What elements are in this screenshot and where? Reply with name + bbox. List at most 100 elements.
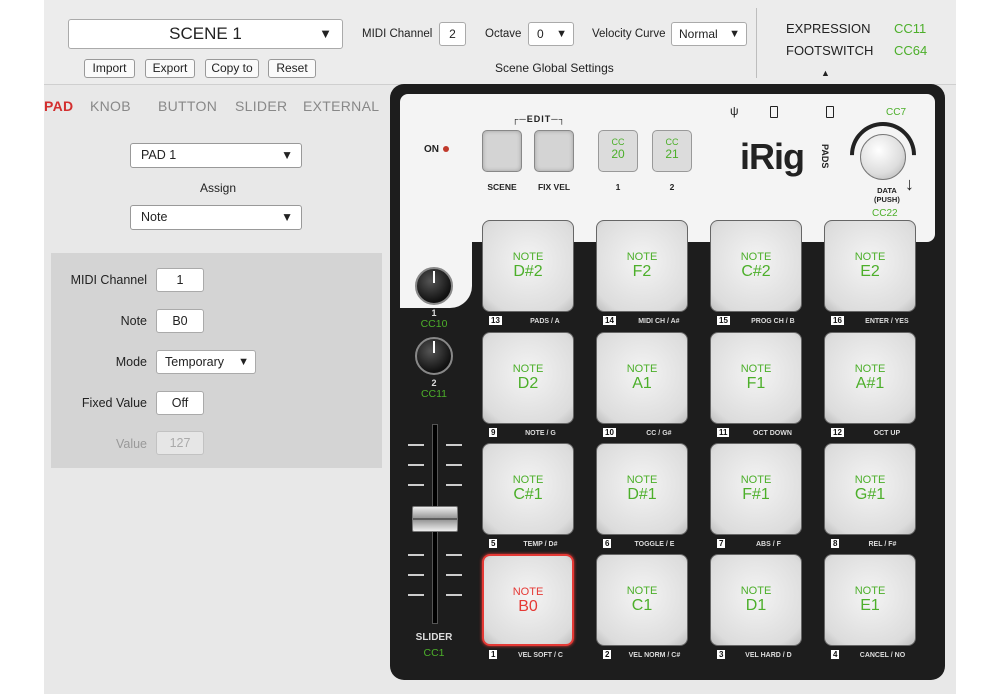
assign-select-value: Note (141, 210, 168, 224)
pad-note-label: NOTE (512, 363, 544, 375)
pad-13[interactable]: NOTE D#2 (482, 220, 574, 312)
data-knob-cc: CC7 (886, 107, 907, 118)
pad-caption: 4 CANCEL / NO (831, 650, 931, 662)
footswitch-label: FOOTSWITCH (786, 43, 874, 58)
pad-8[interactable]: NOTE G#1 (824, 443, 916, 535)
reset-button[interactable]: Reset (268, 59, 316, 78)
import-button[interactable]: Import (84, 59, 135, 78)
pad-9[interactable]: NOTE D2 (482, 332, 574, 424)
pad-number: 10 (603, 428, 616, 437)
pad-function-label: MIDI CH / A# (638, 318, 680, 325)
octave-select[interactable]: 0 ▼ (528, 22, 574, 46)
pad-number: 16 (831, 316, 844, 325)
chevron-down-icon: ▼ (556, 28, 567, 40)
pad-number: 14 (603, 316, 616, 325)
footswitch-row: FOOTSWITCH CC64 (786, 43, 927, 58)
irig-pads-device: ON ┌─EDIT─┐ SCENE FIX VEL CC 20 CC 21 1 2 … (390, 84, 945, 680)
slider-tick (408, 554, 424, 556)
slider-tick (446, 444, 462, 446)
scene-select[interactable]: SCENE 1 ▼ (68, 19, 343, 49)
octave-value: 0 (537, 27, 544, 41)
edit-label: ┌─EDIT─┐ (512, 114, 567, 124)
tab-slider[interactable]: SLIDER (235, 98, 287, 114)
pad-1[interactable]: NOTE B0 (482, 554, 574, 646)
pad-caption: 8 REL / F# (831, 539, 931, 551)
slider-handle[interactable] (412, 506, 458, 532)
pad-caption: 11 OCT DOWN (717, 428, 817, 440)
pad-16[interactable]: NOTE E2 (824, 220, 916, 312)
pad-note-value: D2 (517, 375, 539, 392)
export-button[interactable]: Export (145, 59, 195, 78)
tab-button[interactable]: BUTTON (158, 98, 217, 114)
copy-to-button[interactable]: Copy to (205, 59, 259, 78)
assign-select[interactable]: Note ▼ (130, 205, 302, 230)
cc-button-2[interactable]: CC 21 (652, 130, 692, 172)
fix-vel-hw-button[interactable] (534, 130, 574, 172)
midi-channel-label: MIDI Channel (362, 28, 433, 40)
pad-number: 6 (603, 539, 612, 548)
mode-select[interactable]: Temporary ▼ (156, 350, 256, 374)
pad-14[interactable]: NOTE F2 (596, 220, 688, 312)
data-push-cc: CC22 (872, 208, 898, 219)
pad-caption: 16 ENTER / YES (831, 316, 931, 328)
pad-note-value: C1 (631, 597, 653, 614)
pad-function-label: REL / F# (868, 541, 897, 548)
note-param-field[interactable]: B0 (156, 309, 204, 333)
pad-function-label: OCT UP (873, 430, 901, 437)
value-param-label: Value (115, 437, 147, 451)
pad-caption: 6 TOGGLE / E (603, 539, 703, 551)
pad-function-label: NOTE / G (525, 430, 556, 437)
tab-knob[interactable]: KNOB (90, 98, 131, 114)
battery-icon (770, 106, 778, 118)
scene-hw-button[interactable] (482, 130, 522, 172)
tab-external[interactable]: EXTERNAL (303, 98, 379, 114)
irig-pads-editor: SCENE 1 ▼ Import Export Copy to Reset MID… (44, 0, 956, 694)
data-knob[interactable] (860, 134, 906, 180)
pad-3[interactable]: NOTE D1 (710, 554, 802, 646)
pad-number: 9 (489, 428, 498, 437)
tab-pad[interactable]: PAD (44, 98, 73, 114)
value-param-field: 127 (156, 431, 204, 455)
knob-2[interactable] (415, 337, 453, 375)
footswitch-cc: CC64 (894, 43, 928, 58)
pad-11[interactable]: NOTE F1 (710, 332, 802, 424)
pad-10[interactable]: NOTE A1 (596, 332, 688, 424)
slider (408, 424, 462, 624)
cc-button-2-prefix: CC (665, 137, 679, 147)
pad-12[interactable]: NOTE A#1 (824, 332, 916, 424)
slider-tick (408, 444, 424, 446)
pad-2[interactable]: NOTE C1 (596, 554, 688, 646)
pad-7[interactable]: NOTE F#1 (710, 443, 802, 535)
pad-note-label: NOTE (512, 251, 544, 263)
expression-label: EXPRESSION (786, 21, 871, 36)
global-midi-channel-field[interactable]: 2 (439, 22, 466, 46)
data-push-text: (PUSH) (874, 195, 900, 204)
midi-channel-param-field[interactable]: 1 (156, 268, 204, 292)
mode-param-label: Mode (115, 355, 147, 369)
pad-5[interactable]: NOTE C#1 (482, 443, 574, 535)
pad-function-label: OCT DOWN (753, 430, 792, 437)
pad-6[interactable]: NOTE D#1 (596, 443, 688, 535)
pad-note-label: NOTE (740, 251, 772, 263)
pad-note-value: C#2 (741, 263, 771, 280)
fixed-value-field[interactable]: Off (156, 391, 204, 415)
pad-note-value: A#1 (855, 375, 885, 392)
on-indicator: ON (424, 144, 449, 155)
divider (756, 8, 757, 78)
pad-number: 13 (489, 316, 502, 325)
slider-tick (446, 574, 462, 576)
pad-15[interactable]: NOTE C#2 (710, 220, 802, 312)
pad-4[interactable]: NOTE E1 (824, 554, 916, 646)
pad-note-label: NOTE (854, 585, 886, 597)
pad-note-value: A1 (632, 375, 652, 392)
arrow-down-icon: ↓ (905, 174, 914, 194)
pad-number: 1 (489, 650, 498, 659)
pad-caption: 13 PADS / A (489, 316, 589, 328)
velocity-curve-select[interactable]: Normal ▼ (671, 22, 747, 46)
cc-button-1[interactable]: CC 20 (598, 130, 638, 172)
knob-1[interactable] (415, 267, 453, 305)
pad-function-label: CC / G# (646, 430, 672, 437)
pad-select[interactable]: PAD 1 ▼ (130, 143, 302, 168)
pad-note-label: NOTE (740, 585, 772, 597)
triangle-up-icon: ▲ (821, 68, 830, 78)
